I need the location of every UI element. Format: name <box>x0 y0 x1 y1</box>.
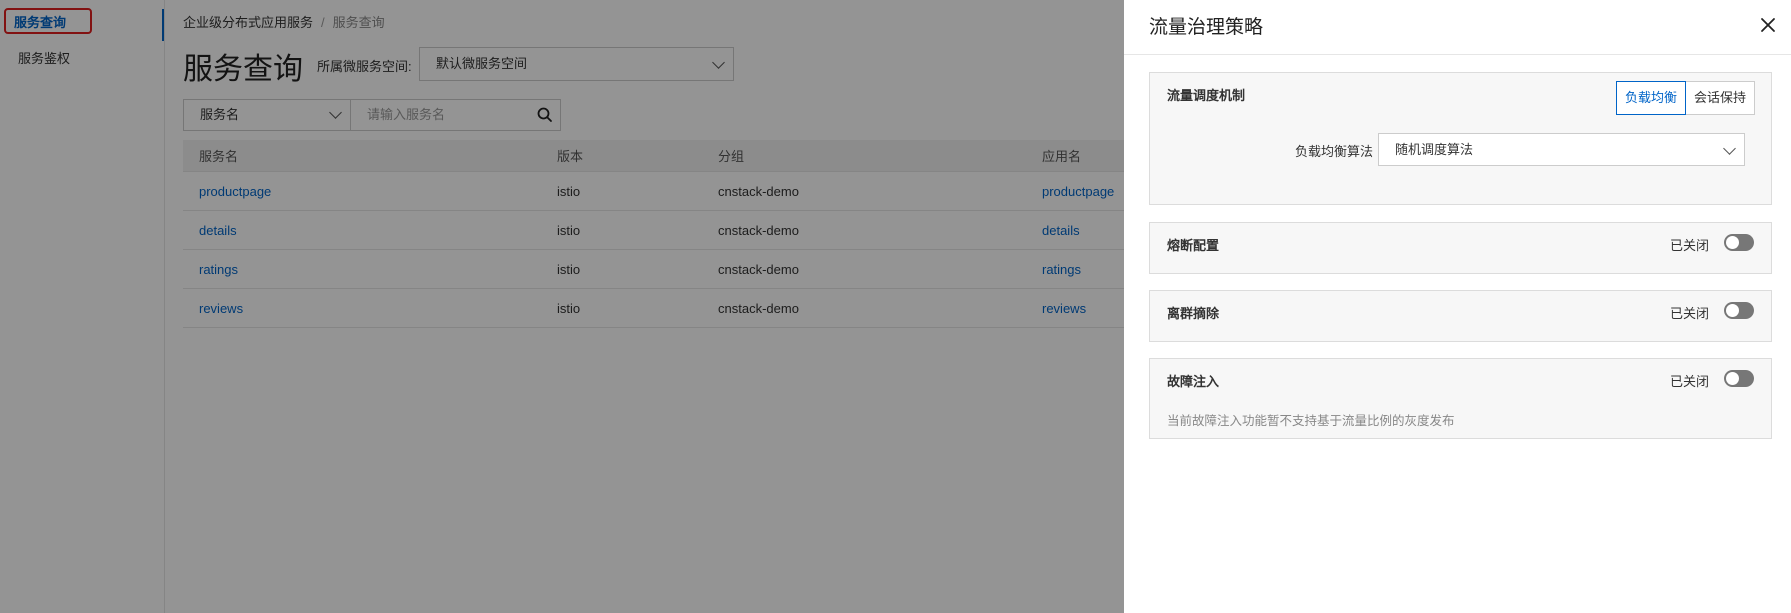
switch-knob <box>1726 236 1739 249</box>
session-sticky-option[interactable]: 会话保持 <box>1685 81 1755 115</box>
traffic-scheduling-panel: 流量调度机制 负载均衡 会话保持 负载均衡算法 随机调度算法 <box>1149 72 1772 205</box>
scheduling-mode-toggle: 负载均衡 会话保持 <box>1615 81 1755 115</box>
algo-select[interactable]: 随机调度算法 <box>1378 133 1745 166</box>
close-icon[interactable] <box>1759 16 1777 34</box>
fault-injection-panel: 故障注入 已关闭 当前故障注入功能暂不支持基于流量比例的灰度发布 <box>1149 358 1772 439</box>
drawer-header: 流量治理策略 <box>1124 0 1791 55</box>
algo-select-value: 随机调度算法 <box>1395 142 1474 157</box>
circuit-breaker-panel: 熔断配置 已关闭 <box>1149 222 1772 274</box>
panel-title: 流量调度机制 <box>1167 88 1246 103</box>
fault-injection-switch[interactable] <box>1724 370 1754 387</box>
outlier-removal-switch[interactable] <box>1724 302 1754 319</box>
modal-overlay[interactable] <box>0 0 1124 613</box>
chevron-down-icon <box>1723 142 1736 155</box>
switch-knob <box>1726 372 1739 385</box>
panel-title: 故障注入 <box>1167 374 1220 389</box>
fault-injection-note: 当前故障注入功能暂不支持基于流量比例的灰度发布 <box>1167 414 1455 428</box>
panel-title: 离群摘除 <box>1167 306 1220 321</box>
traffic-policy-drawer: 流量治理策略 流量调度机制 负载均衡 会话保持 负载均衡算法 随机调度算法 熔断… <box>1124 0 1791 613</box>
panel-title: 熔断配置 <box>1167 238 1220 253</box>
switch-status-text: 已关闭 <box>1669 374 1709 389</box>
switch-knob <box>1726 304 1739 317</box>
algo-label: 负载均衡算法 <box>1295 144 1374 159</box>
load-balance-option[interactable]: 负载均衡 <box>1615 81 1686 115</box>
drawer-title: 流量治理策略 <box>1149 17 1264 38</box>
switch-status-text: 已关闭 <box>1669 238 1709 253</box>
outlier-removal-panel: 离群摘除 已关闭 <box>1149 290 1772 342</box>
switch-status-text: 已关闭 <box>1669 306 1709 321</box>
circuit-breaker-switch[interactable] <box>1724 234 1754 251</box>
